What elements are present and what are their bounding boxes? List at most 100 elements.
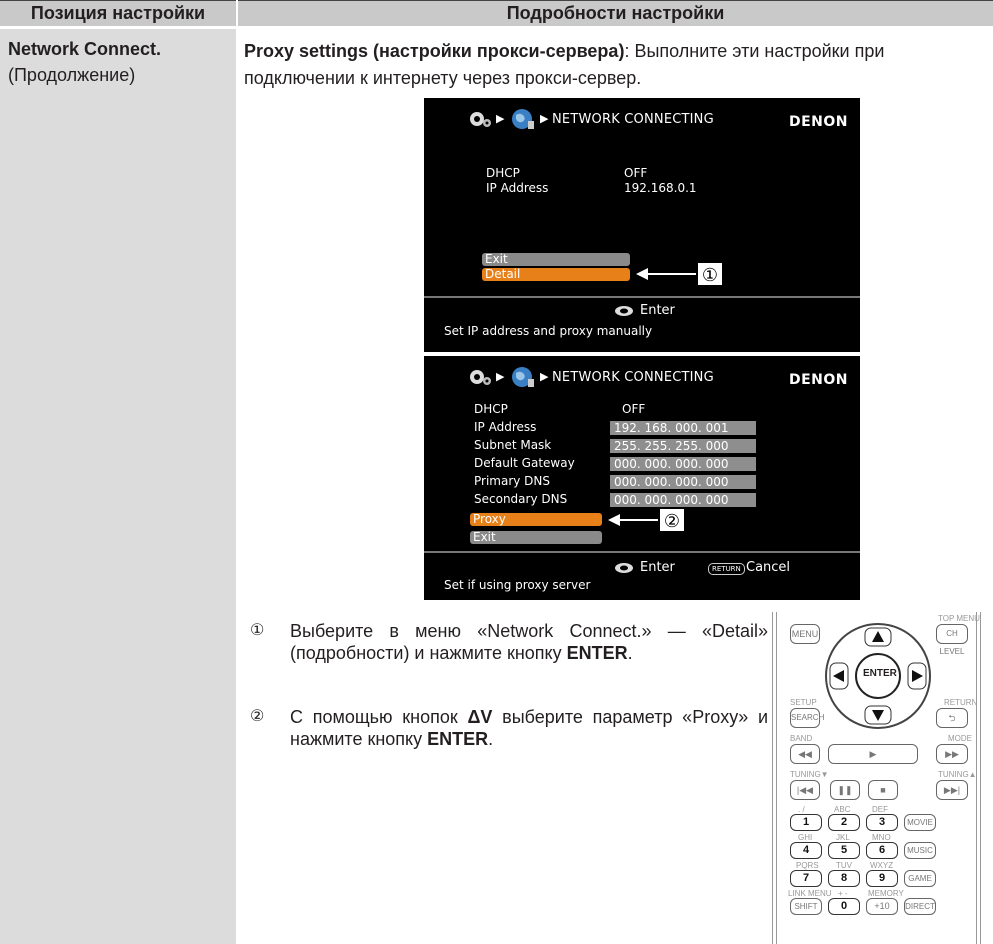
tuning-down-label: TUNING▼ [790,770,829,779]
direct-button[interactable]: DIRECT [904,898,936,915]
dhcp-value: OFF [624,166,648,180]
digit-7-button[interactable]: 7 [790,870,822,887]
enter-button-icon [615,306,633,316]
game-button[interactable]: GAME [904,870,936,887]
pause-button[interactable]: ❚❚ [830,780,860,800]
proxy-menu-item[interactable]: Proxy [470,513,602,526]
screen-title: NETWORK CONNECTING [552,370,714,385]
music-button[interactable]: MUSIC [904,842,936,859]
key-letters: GHI [798,833,813,842]
triangle-icon: ▶ [496,370,505,383]
play-button[interactable]: ▶ [828,744,918,764]
fast-forward-button[interactable]: ▶▶ [936,744,968,764]
enter-label: Enter [640,560,675,575]
step-text: Выберите в меню «Network Connect.» — «De… [290,621,768,663]
digit-1-button[interactable]: 1 [790,814,822,831]
secondary-dns-field[interactable]: 000. 000. 000. 000 [610,493,756,507]
triangle-icon: ▶ [540,112,549,125]
mode-label: MODE [948,734,972,743]
up-down-arrows: ΔV [467,707,493,727]
digit-3-button[interactable]: 3 [866,814,898,831]
secondary-dns-label: Secondary DNS [474,492,568,506]
key-letters: DEF [872,805,888,814]
key-letters: ABC [834,805,851,814]
return-button[interactable]: ⮌ [936,708,968,728]
divider [424,296,860,298]
menu-button[interactable]: MENU [790,624,820,644]
ch-level-button[interactable]: CH LEVEL [936,624,968,656]
gateway-label: Default Gateway [474,456,575,470]
setting-subtitle: (Продолжение) [8,65,136,85]
primary-dns-field[interactable]: 000. 000. 000. 000 [610,475,756,489]
band-label: BAND [790,734,813,743]
brand-logo: DENON [789,372,849,388]
gear-icon [470,112,491,127]
setup-label: SETUP [790,698,817,707]
step-2: ② С помощью кнопок ΔV выберите параметр … [250,706,770,752]
header-col1: Позиция настройки [30,3,206,23]
skip-back-button[interactable]: |◀◀ [790,780,820,800]
enter-button-label: ENTER [863,668,897,679]
enter-key: ENTER [427,729,489,749]
plus10-button[interactable]: +10 [866,898,898,915]
key-letters: TUV [836,861,852,870]
shift-button[interactable]: SHIFT [790,898,822,915]
triangle-icon: ▶ [540,370,549,383]
dhcp-value: OFF [622,402,646,416]
rewind-button[interactable]: ◀◀ [790,744,820,764]
gear-icon [470,370,491,385]
return-label: RETURN [944,698,978,707]
key-letters: MEMORY [868,889,904,898]
step-number: ② [250,708,265,725]
intro-paragraph: Proxy settings (настройки прокси-сервера… [244,38,984,92]
divider [424,551,860,553]
ip-address-field[interactable]: 192. 168. 000. 001 [610,421,756,435]
exit-menu-item[interactable]: Exit [482,253,630,266]
key-letters: + - [838,889,848,898]
subnet-mask-field[interactable]: 255. 255. 255. 000 [610,439,756,453]
globe-icon [512,367,534,387]
header-setting-details: Подробности настройки [238,0,993,26]
search-button[interactable]: SEARCH [790,708,824,728]
movie-button[interactable]: MOVIE [904,814,936,831]
digit-0-button[interactable]: 0 [828,898,860,915]
digit-9-button[interactable]: 9 [866,870,898,887]
digit-5-button[interactable]: 5 [828,842,860,859]
callout-line-2 [620,519,658,521]
callout-arrow-1 [636,268,648,280]
step-1: ① Выберите в меню «Network Connect.» — «… [250,620,770,688]
digit-6-button[interactable]: 6 [866,842,898,859]
digit-8-button[interactable]: 8 [828,870,860,887]
subnet-label: Subnet Mask [474,438,552,452]
step-text: С помощью кнопок ΔV выберите параметр «P… [290,707,768,749]
exit-menu-item[interactable]: Exit [470,531,602,544]
brand-logo: DENON [789,114,849,130]
header-setting-item: Позиция настройки [0,0,236,26]
stop-button[interactable]: ■ [868,780,898,800]
ip-label: IP Address [486,181,549,195]
screen-title: NETWORK CONNECTING [552,112,714,127]
default-gateway-field[interactable]: 000. 000. 000. 000 [610,457,756,471]
ip-value: 192.168.0.1 [624,181,697,195]
intro-bold: Proxy settings (настройки прокси-сервера… [244,41,625,61]
enter-key: ENTER [566,643,628,663]
key-letters: PQRS [796,861,819,870]
callout-arrow-2 [608,514,620,526]
detail-menu-item[interactable]: Detail [482,268,630,281]
enter-label: Enter [640,303,675,318]
osd-screen-1: ▶ ▶ NETWORK CONNECTING DENON DHCP OFF IP… [424,98,860,352]
triangle-icon: ▶ [496,112,505,125]
dhcp-label: DHCP [486,166,520,180]
primary-dns-label: Primary DNS [474,474,551,488]
key-letters: JKL [836,833,850,842]
return-key-icon: RETURN [708,563,745,575]
callout-1: ① [697,262,723,286]
digit-4-button[interactable]: 4 [790,842,822,859]
key-letters: . / [798,805,805,814]
dhcp-label: DHCP [474,402,508,416]
header-col2: Подробности настройки [506,3,725,23]
hint-text: Set if using proxy server [444,578,591,592]
digit-2-button[interactable]: 2 [828,814,860,831]
skip-forward-button[interactable]: ▶▶| [936,780,968,800]
cancel-label: Cancel [746,560,791,575]
